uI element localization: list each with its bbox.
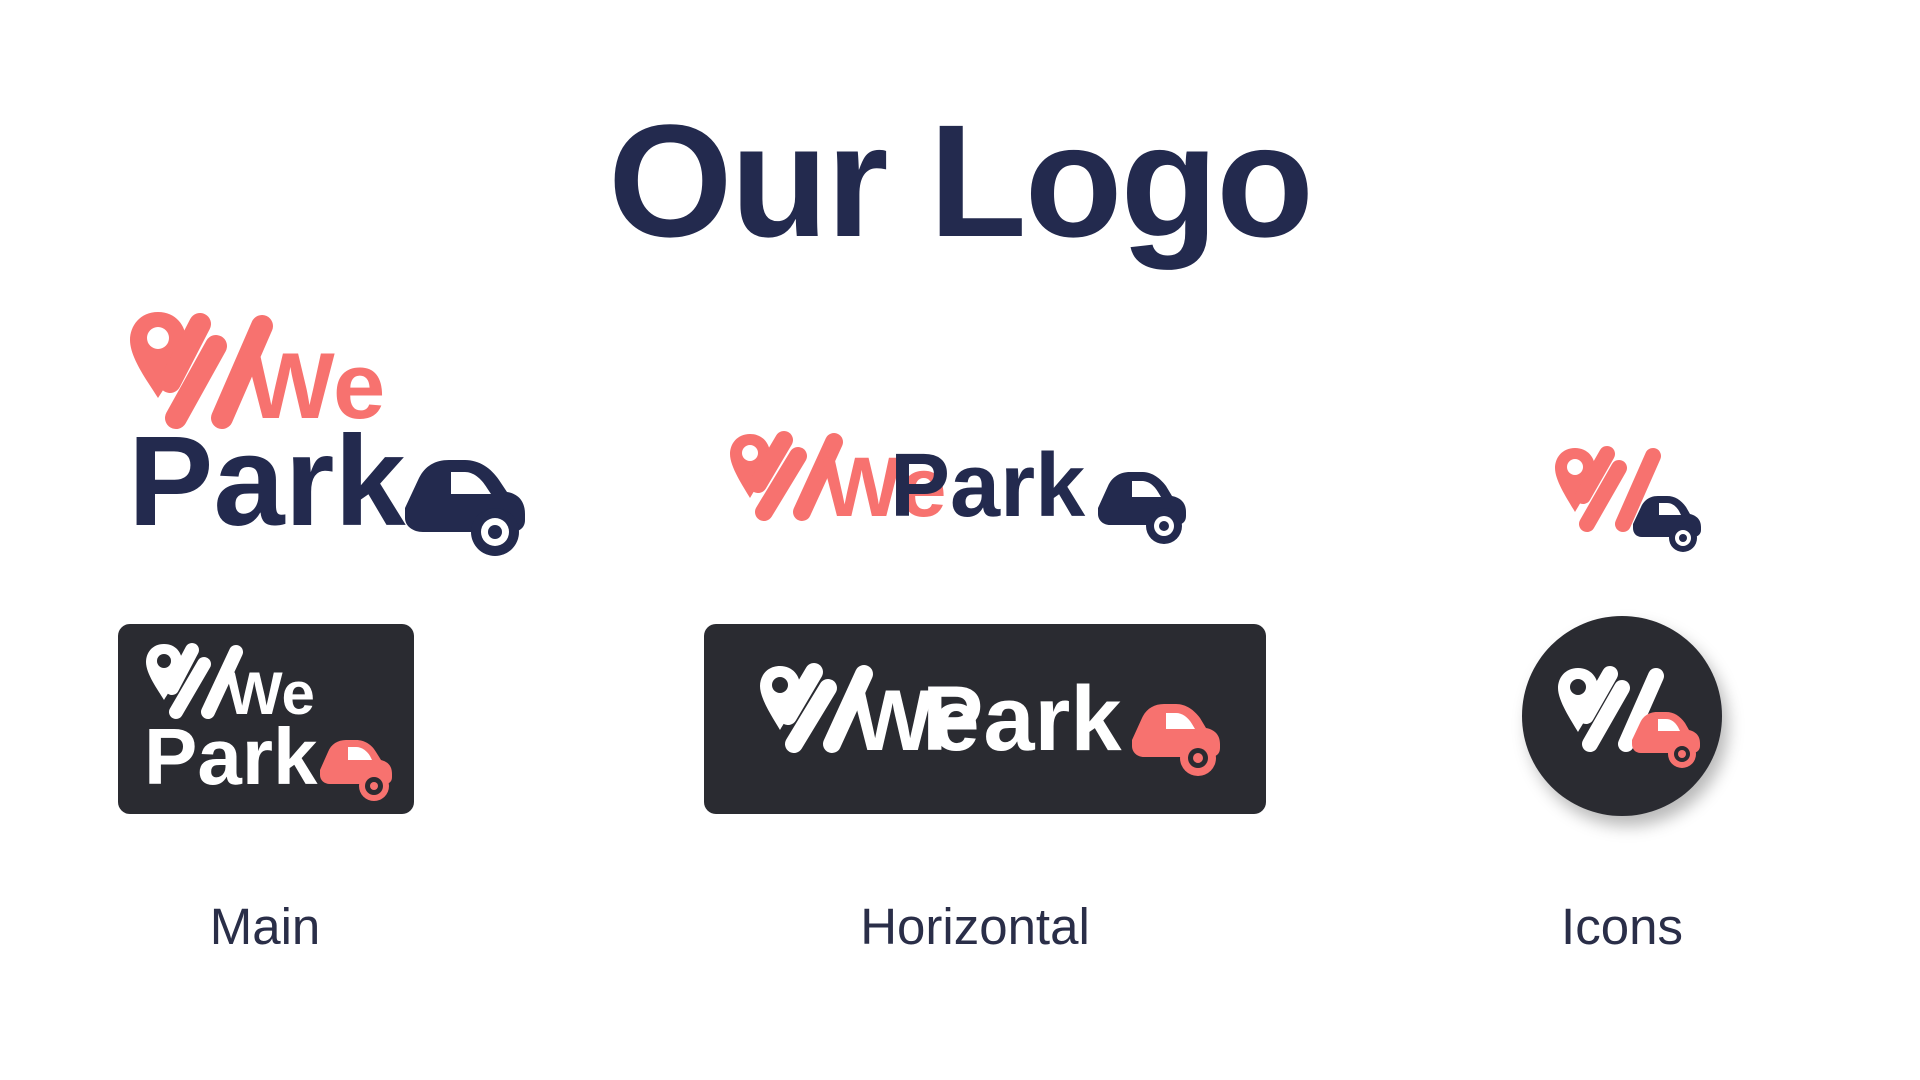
label-icons: Icons xyxy=(1561,898,1683,955)
wordmark-park: Park xyxy=(128,410,406,553)
logo-icon-dark xyxy=(1558,666,1700,768)
logo-main-light: We Park xyxy=(128,312,525,556)
label-main: Main xyxy=(209,898,321,955)
page-title: Our Logo xyxy=(608,91,1314,270)
logo-horizontal-dark: We Park xyxy=(760,663,1220,776)
logo-horizontal-light: We Park xyxy=(730,431,1186,544)
wordmark-park: Park xyxy=(890,436,1086,536)
car-icon xyxy=(1633,496,1701,552)
car-icon xyxy=(320,740,392,801)
car-icon xyxy=(405,460,525,556)
logo-icon-light xyxy=(1555,446,1701,552)
car-icon xyxy=(1632,712,1700,768)
label-horizontal: Horizontal xyxy=(860,898,1090,955)
wordmark-park: Park xyxy=(922,668,1122,770)
wordmark-park: Park xyxy=(144,712,318,801)
car-icon xyxy=(1098,472,1186,544)
car-icon xyxy=(1132,704,1220,776)
logo-main-dark: We Park xyxy=(144,643,392,801)
